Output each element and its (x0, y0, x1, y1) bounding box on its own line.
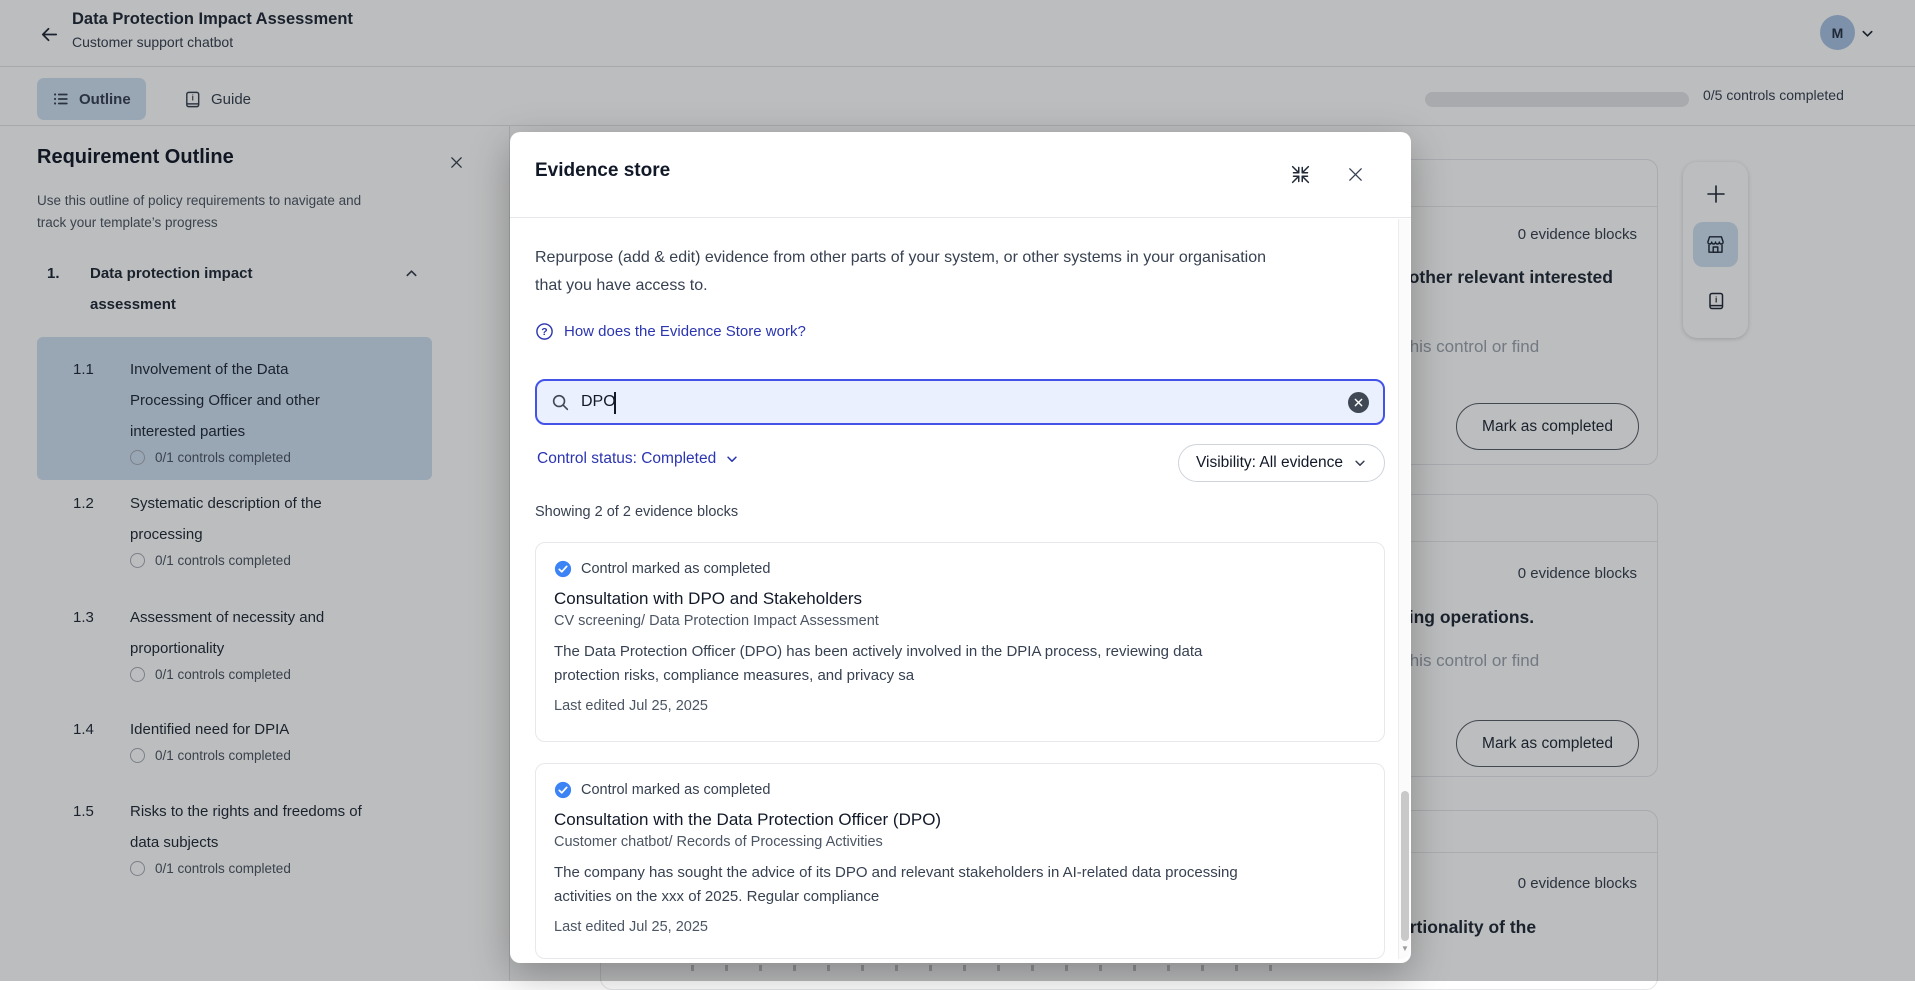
help-link-label: How does the Evidence Store work? (564, 323, 806, 340)
evidence-source: CV screening/ Data Protection Impact Ass… (554, 613, 1366, 629)
search-icon (551, 393, 570, 412)
close-icon (1346, 165, 1365, 184)
scrollbar-thumb[interactable] (1401, 791, 1409, 941)
help-circle-icon: ? (535, 322, 554, 341)
visibility-filter[interactable]: Visibility: All evidence (1178, 444, 1385, 482)
text-caret (614, 392, 616, 414)
modal-header: Evidence store (510, 132, 1411, 218)
evidence-excerpt: The company has sought the advice of its… (554, 861, 1256, 908)
evidence-store-modal: Evidence store Repurpose (add & edit) ev… (510, 132, 1411, 963)
evidence-source: Customer chatbot/ Records of Processing … (554, 834, 1366, 850)
minimize-button[interactable] (1285, 159, 1315, 189)
modal-title: Evidence store (535, 160, 670, 182)
evidence-last-edited: Last edited Jul 25, 2025 (554, 698, 1366, 714)
evidence-store-help-link[interactable]: ? How does the Evidence Store work? (535, 322, 806, 341)
modal-description: Repurpose (add & edit) evidence from oth… (535, 244, 1275, 300)
results-summary: Showing 2 of 2 evidence blocks (535, 504, 738, 520)
minimize-icon (1290, 164, 1311, 185)
search-input[interactable] (581, 393, 1348, 411)
evidence-status-label: Control marked as completed (581, 561, 770, 577)
check-circle-icon (554, 560, 572, 578)
evidence-block-card[interactable]: Control marked as completed Consultation… (535, 542, 1385, 742)
evidence-excerpt: The Data Protection Officer (DPO) has be… (554, 640, 1256, 687)
modal-scrollbar[interactable]: ▼ (1398, 219, 1410, 959)
chevron-down-icon (1353, 456, 1367, 470)
evidence-title: Consultation with DPO and Stakeholders (554, 589, 1366, 609)
evidence-block-card[interactable]: Control marked as completed Consultation… (535, 763, 1385, 959)
evidence-last-edited: Last edited Jul 25, 2025 (554, 919, 1366, 935)
visibility-filter-label: Visibility: All evidence (1196, 454, 1343, 472)
search-box (535, 379, 1385, 425)
modal-close-button[interactable] (1340, 159, 1370, 189)
svg-text:?: ? (541, 327, 547, 338)
clear-circle-icon (1354, 398, 1363, 407)
evidence-status-label: Control marked as completed (581, 782, 770, 798)
check-circle-icon (554, 781, 572, 799)
control-status-filter-label: Control status: Completed (537, 450, 716, 468)
evidence-title: Consultation with the Data Protection Of… (554, 810, 1366, 830)
chevron-down-icon (725, 452, 739, 466)
control-status-filter[interactable]: Control status: Completed (537, 450, 739, 468)
clear-search-button[interactable] (1348, 392, 1369, 413)
scrollbar-down-arrow-icon[interactable]: ▼ (1400, 944, 1410, 953)
